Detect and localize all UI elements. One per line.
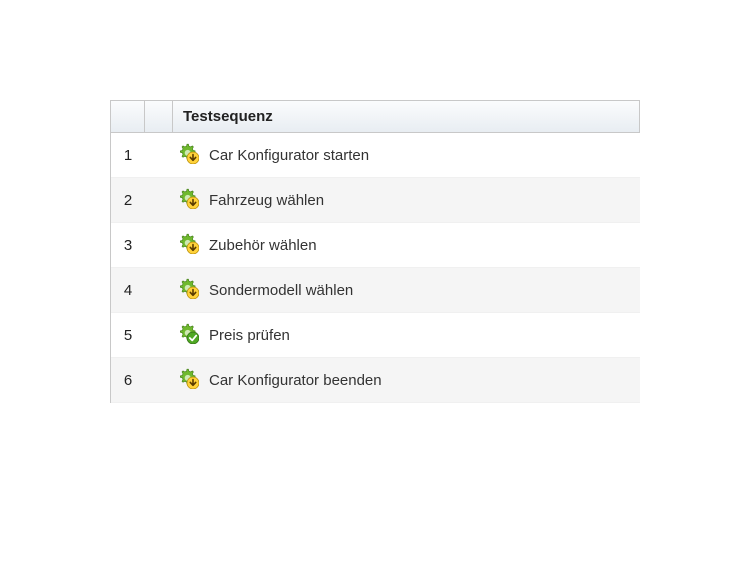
- row-number: 2: [111, 192, 145, 209]
- row-label: Zubehör wählen: [209, 237, 317, 254]
- row-number: 4: [111, 282, 145, 299]
- gear-arrow-icon: [175, 232, 209, 258]
- table-row[interactable]: 4 Sondermodell wählen: [111, 268, 640, 313]
- row-content: Car Konfigurator starten: [173, 142, 640, 168]
- gear-check-icon: [175, 322, 209, 348]
- row-label: Car Konfigurator starten: [209, 147, 369, 164]
- table-row[interactable]: 5 Preis prüfen: [111, 313, 640, 358]
- row-content: Car Konfigurator beenden: [173, 367, 640, 393]
- row-content: Zubehör wählen: [173, 232, 640, 258]
- header-col-icon[interactable]: [145, 101, 173, 132]
- gear-arrow-icon: [175, 277, 209, 303]
- row-label: Sondermodell wählen: [209, 282, 353, 299]
- row-number: 6: [111, 372, 145, 389]
- row-number: 5: [111, 327, 145, 344]
- row-label: Preis prüfen: [209, 327, 290, 344]
- header-col-number[interactable]: [111, 101, 145, 132]
- table-header: Testsequenz: [111, 101, 640, 133]
- row-content: Sondermodell wählen: [173, 277, 640, 303]
- table-row[interactable]: 1 Car Konfigurator starten: [111, 133, 640, 178]
- row-number: 1: [111, 147, 145, 164]
- gear-arrow-icon: [175, 367, 209, 393]
- table-row[interactable]: 2 Fahrzeug wählen: [111, 178, 640, 223]
- header-col-testsequenz[interactable]: Testsequenz: [173, 101, 640, 132]
- row-content: Fahrzeug wählen: [173, 187, 640, 213]
- row-label: Car Konfigurator beenden: [209, 372, 382, 389]
- table-row[interactable]: 6 Car Konfigurator beenden: [111, 358, 640, 403]
- gear-arrow-icon: [175, 142, 209, 168]
- gear-arrow-icon: [175, 187, 209, 213]
- test-sequence-table: Testsequenz 1 Car Konfigurator starten 2 Fa…: [110, 100, 640, 403]
- row-content: Preis prüfen: [173, 322, 640, 348]
- row-label: Fahrzeug wählen: [209, 192, 324, 209]
- row-number: 3: [111, 237, 145, 254]
- table-row[interactable]: 3 Zubehör wählen: [111, 223, 640, 268]
